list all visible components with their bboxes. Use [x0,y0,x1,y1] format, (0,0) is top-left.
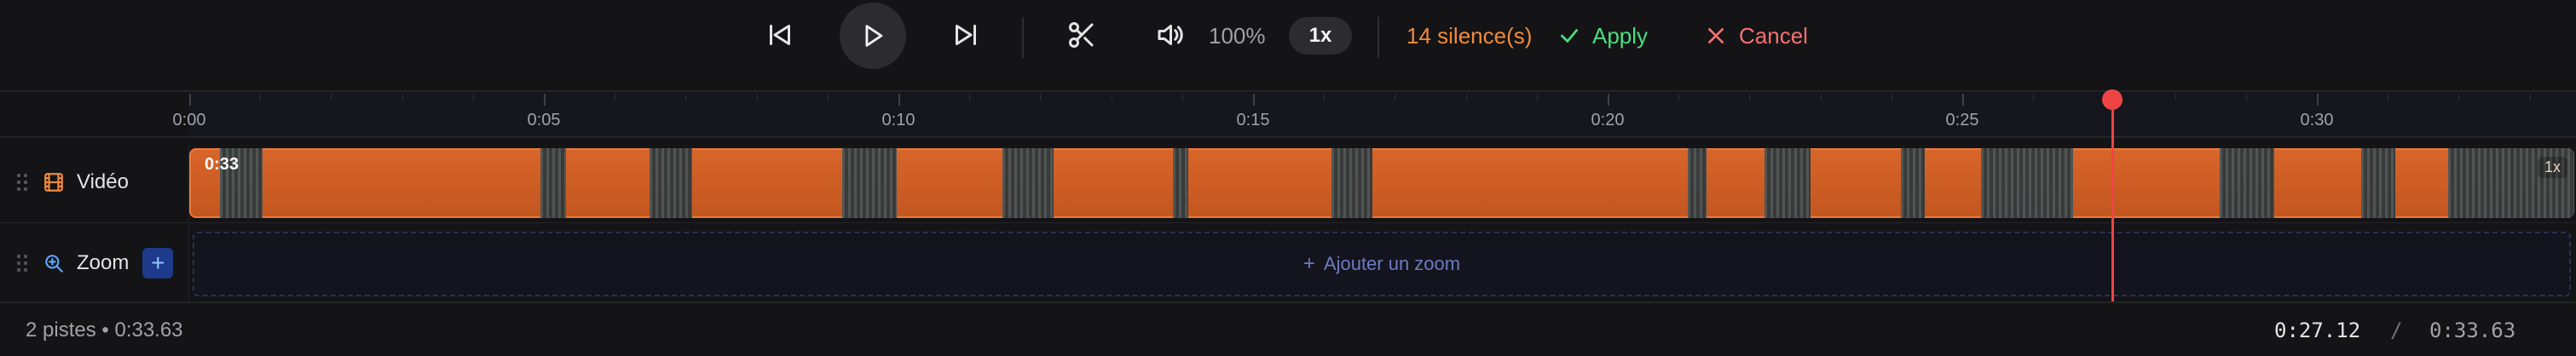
ruler-tick [1253,94,1255,106]
skip-back-button[interactable] [749,4,811,66]
track-label-zoom: Zoom [77,251,130,274]
check-icon [1560,29,1579,43]
ruler-tick [189,94,191,106]
ruler-minor-tick [260,94,262,100]
zoom-in-icon [45,255,63,273]
ruler-minor-tick [756,94,758,100]
silence-segment[interactable] [842,148,897,218]
playback-speed-button[interactable]: 1x [1289,17,1352,55]
play-icon [865,25,883,47]
silence-segment[interactable] [1002,148,1054,218]
scissors-icon [1069,22,1094,48]
film-icon [44,172,63,192]
add-zoom-label: Ajouter un zoom [1323,253,1461,274]
track-zoom: Zoom + + Ajouter un zoom [0,223,2576,303]
play-button[interactable] [840,3,906,69]
ruler-tick-label: 0:20 [1591,111,1625,129]
clip-duration: 0:33 [205,155,240,174]
ruler-minor-tick [827,94,829,100]
current-time: 0:27.12 [2274,319,2361,342]
volume-icon [1158,25,1183,45]
silence-segment[interactable] [540,148,566,218]
silence-segment[interactable] [1331,148,1372,218]
ruler-minor-tick [1040,94,1042,100]
x-icon [1708,28,1724,43]
skip-forward-icon [956,25,976,45]
ruler-tick-label: 0:30 [2300,111,2334,129]
transport-toolbar: 100% 1x 14 silence(s) Apply Cancel [0,0,2576,90]
silence-segment[interactable] [650,148,692,218]
video-clip-lane: 0:33 1x [189,148,2576,218]
apply-label: Apply [1592,22,1649,49]
ruler-minor-tick [472,94,474,100]
ruler-tick [1608,94,1609,106]
ruler-minor-tick [1181,94,1183,100]
cancel-label: Cancel [1739,22,1808,49]
time-ruler[interactable]: 0:00 0:05 0:10 0:15 0:20 0:25 0:30 [0,94,2576,138]
add-zoom-dropzone[interactable]: + Ajouter un zoom [193,232,2571,296]
ruler-divider [0,136,2576,138]
ruler-minor-tick [1324,94,1326,100]
ruler-tick-label: 0:25 [1945,111,1979,129]
volume-percent: 100% [1209,23,1266,49]
timeline: 0:00 0:05 0:10 0:15 0:20 0:25 0:30 Vidéo 0:33 … [0,90,2576,303]
time-separator: / [2390,319,2403,342]
ruler-minor-tick [2529,94,2531,100]
silence-segment[interactable] [2220,148,2274,218]
skip-forward-button[interactable] [935,4,996,66]
ruler-tick [544,94,546,106]
ruler-tick [2317,94,2319,106]
clip-speed-badge: 1x [2537,157,2567,178]
ruler-minor-tick [331,94,332,100]
toolbar-divider [1022,17,1024,58]
ruler-minor-tick [1820,94,1822,100]
skip-back-icon [770,25,790,45]
ruler-tick-label: 0:05 [527,111,561,129]
track-video: Vidéo 0:33 1x [0,141,2576,223]
volume-button[interactable] [1139,4,1200,66]
ruler-minor-tick [969,94,971,100]
silence-segment[interactable] [2361,148,2395,218]
video-clip[interactable]: 0:33 1x [189,148,2574,218]
ruler-tick-label: 0:15 [1236,111,1270,129]
playhead-line [2111,100,2114,301]
status-bar: 2 pistes • 0:33.63 0:27.12 / 0:33.63 [0,301,2576,356]
ruler-tick-label: 0:00 [172,111,206,129]
apply-button[interactable]: Apply [1558,19,1648,53]
track-label-video: Vidéo [77,169,129,193]
silence-segment[interactable] [1688,148,1707,218]
drag-handle-icon[interactable] [17,173,27,191]
ruler-minor-tick [1749,94,1751,100]
ruler-minor-tick [685,94,687,100]
ruler-minor-tick [1465,94,1467,100]
ruler-minor-tick [2033,94,2035,100]
drag-handle-icon[interactable] [17,255,27,272]
ruler-tick-label: 0:10 [881,111,915,129]
silence-count: 14 silence(s) [1406,23,1533,49]
add-zoom-button[interactable]: + [142,248,174,278]
silence-segment[interactable] [1173,148,1188,218]
silence-segment[interactable] [1981,148,2073,218]
toolbar-divider [1378,17,1379,58]
ruler-minor-tick [401,94,403,100]
ruler-tick [1962,94,1964,106]
ruler-minor-tick [1678,94,1680,100]
track-header-video: Vidéo [0,141,189,222]
cancel-button[interactable]: Cancel [1705,19,1808,53]
ruler-minor-tick [2458,94,2460,100]
ruler-minor-tick [2245,94,2247,100]
track-summary: 2 pistes • 0:33.63 [26,319,183,342]
plus-icon: + [1302,252,1315,275]
track-header-zoom: Zoom + [0,223,189,303]
ruler-tick [898,94,900,106]
cut-button[interactable] [1051,4,1112,66]
ruler-minor-tick [1536,94,1538,100]
total-time: 0:33.63 [2429,319,2516,342]
silence-segment[interactable] [1901,148,1925,218]
ruler-minor-tick [2175,94,2176,100]
silence-segment[interactable] [1765,148,1811,218]
